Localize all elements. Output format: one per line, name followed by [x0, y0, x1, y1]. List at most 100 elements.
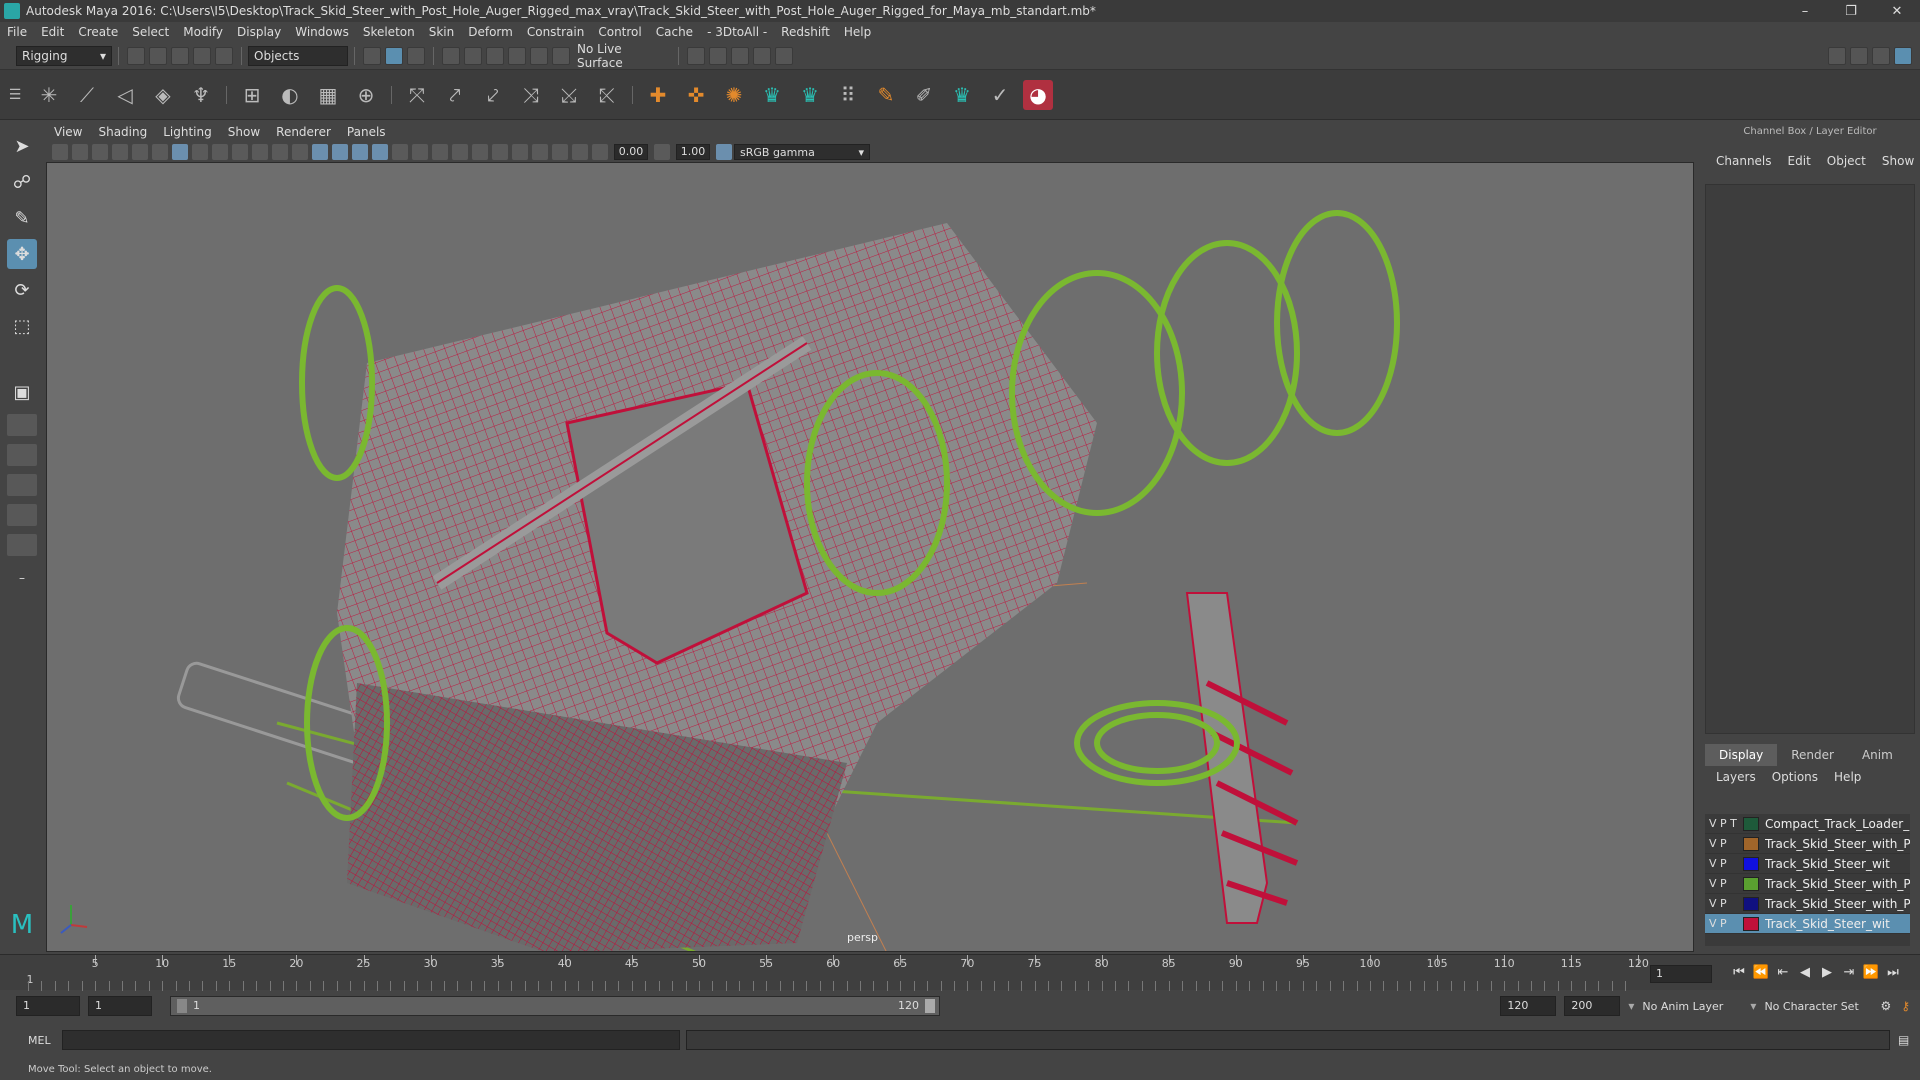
menu-cache[interactable]: Cache	[649, 25, 700, 39]
step-back-frame-icon[interactable]: ⏪	[1750, 965, 1772, 980]
render-current-icon[interactable]	[709, 46, 727, 65]
command-input[interactable]	[62, 1030, 680, 1050]
gamma-field[interactable]: 1.00	[676, 144, 710, 160]
snap-view-icon[interactable]	[508, 46, 526, 65]
menu-control[interactable]: Control	[591, 25, 648, 39]
layer-row[interactable]: V P Track_Skid_Steer_with_Pos	[1705, 894, 1910, 914]
restore-button[interactable]: ❐	[1828, 4, 1874, 19]
minimize-button[interactable]: –	[1782, 4, 1828, 19]
layer-row[interactable]: V P Track_Skid_Steer_wit	[1705, 854, 1910, 874]
layer-row-selected[interactable]: V P Track_Skid_Steer_wit	[1705, 914, 1910, 934]
parent-constraint-icon[interactable]: ⤨	[516, 80, 546, 110]
range-start-handle[interactable]	[177, 999, 187, 1013]
ik-spline-icon[interactable]: ◁	[110, 80, 140, 110]
layer-row[interactable]: V P T Compact_Track_Loader_Bo	[1705, 814, 1910, 834]
animation-start-field[interactable]: 1	[16, 996, 80, 1016]
layer-color-swatch[interactable]	[1743, 876, 1759, 891]
render-settings-icon[interactable]	[753, 46, 771, 65]
snap-curve-icon[interactable]	[464, 46, 482, 65]
four-view-layout-icon[interactable]	[7, 414, 37, 436]
move-tool-icon[interactable]: ✥	[7, 239, 37, 269]
grease-pencil-icon[interactable]	[152, 144, 168, 160]
panel-menu-panels[interactable]: Panels	[339, 125, 394, 139]
ambient-occlusion-icon[interactable]	[432, 144, 448, 160]
snap-surface-icon[interactable]	[530, 46, 548, 65]
point-constraint-icon[interactable]: ⤤	[440, 80, 470, 110]
resolution-gate-icon[interactable]	[212, 144, 228, 160]
menu-edit[interactable]: Edit	[34, 25, 71, 39]
go-to-start-icon[interactable]: ⏮	[1728, 965, 1750, 980]
animation-end-field[interactable]: 200	[1564, 996, 1621, 1016]
tab-display[interactable]: Display	[1705, 744, 1778, 766]
persp-outliner-layout-icon[interactable]	[7, 474, 37, 496]
orient-constraint-icon[interactable]: ⤧	[402, 80, 432, 110]
select-tool-icon[interactable]: ➤	[7, 131, 37, 161]
tab-anim[interactable]: Anim	[1848, 744, 1907, 766]
wireframe-icon[interactable]	[312, 144, 328, 160]
shelf-menu-icon[interactable]: ☰	[4, 80, 26, 110]
maya-tool-c-icon[interactable]: ♛	[947, 80, 977, 110]
menu-3dtoall[interactable]: - 3DtoAll -	[700, 25, 774, 39]
film-gate-icon[interactable]	[192, 144, 208, 160]
redo-icon[interactable]	[215, 46, 233, 65]
layer-flags[interactable]: V P	[1705, 877, 1743, 890]
layer-row[interactable]: V P Track_Skid_Steer_with_Pos	[1705, 874, 1910, 894]
grid-toggle-icon[interactable]	[172, 144, 188, 160]
v-tool-icon[interactable]: ✓	[985, 80, 1015, 110]
command-language-label[interactable]: MEL	[0, 1034, 62, 1047]
isolate-select-icon[interactable]	[512, 144, 528, 160]
xray-components-icon[interactable]	[572, 144, 588, 160]
hypershade-layout-icon[interactable]	[7, 534, 37, 556]
range-slider[interactable]: 1 120	[170, 996, 940, 1016]
layer-flags[interactable]: V P	[1705, 897, 1743, 910]
scale-tool-icon[interactable]: ⬚	[7, 311, 37, 341]
gate-mask-icon[interactable]	[232, 144, 248, 160]
go-to-end-icon[interactable]: ⏭	[1882, 965, 1904, 980]
modeling-toolkit-icon[interactable]	[1828, 46, 1846, 65]
chevron-down-icon[interactable]: ▾	[1628, 999, 1634, 1013]
paint-select-icon[interactable]: ✎	[7, 203, 37, 233]
anim-layer-label[interactable]: No Anim Layer	[1642, 1000, 1742, 1013]
wireframe-on-shaded-icon[interactable]	[352, 144, 368, 160]
menu-display[interactable]: Display	[230, 25, 288, 39]
menu-constrain[interactable]: Constrain	[520, 25, 592, 39]
menu-modify[interactable]: Modify	[176, 25, 230, 39]
panel-menu-view[interactable]: View	[46, 125, 90, 139]
step-forward-frame-icon[interactable]: ⏩	[1860, 965, 1882, 980]
paint-tool-icon[interactable]: ✎	[871, 80, 901, 110]
xray-icon[interactable]	[532, 144, 548, 160]
undo-icon[interactable]	[193, 46, 211, 65]
step-forward-key-icon[interactable]: ⇥	[1838, 965, 1860, 980]
auto-key-icon[interactable]: ⚷	[1901, 999, 1910, 1013]
menu-skeleton[interactable]: Skeleton	[356, 25, 422, 39]
current-frame-field[interactable]: 1	[1650, 965, 1712, 983]
play-forward-icon[interactable]: ▶	[1816, 965, 1838, 980]
insert-joint-icon[interactable]: ◈	[148, 80, 178, 110]
menu-redshift[interactable]: Redshift	[774, 25, 837, 39]
layer-flags[interactable]: V P	[1705, 857, 1743, 870]
tool-settings-icon[interactable]	[1872, 46, 1890, 65]
new-scene-icon[interactable]	[127, 46, 145, 65]
render-view-icon[interactable]	[687, 46, 705, 65]
pole-vector-icon[interactable]: ⤩	[554, 80, 584, 110]
camera-attributes-icon[interactable]	[72, 144, 88, 160]
bookmark-icon[interactable]	[92, 144, 108, 160]
attribute-editor-icon[interactable]	[1850, 46, 1868, 65]
side-by-side-layout-icon[interactable]	[7, 444, 37, 466]
bind-skin-icon[interactable]: ⊞	[237, 80, 267, 110]
viewport-persp[interactable]: persp	[46, 162, 1694, 952]
layer-flags[interactable]: V P	[1705, 837, 1743, 850]
color-management-icon[interactable]	[716, 144, 732, 160]
depth-of-field-icon[interactable]	[492, 144, 508, 160]
anim-preferences-icon[interactable]: ⚙	[1880, 999, 1891, 1013]
single-view-icon[interactable]: ▣	[7, 377, 37, 407]
arm-rotate-control[interactable]	[299, 285, 375, 481]
panel-menu-show[interactable]: Show	[220, 125, 268, 139]
ipr-render-icon[interactable]	[731, 46, 749, 65]
channel-menu-channels[interactable]: Channels	[1708, 154, 1780, 168]
channel-box-icon[interactable]	[1894, 46, 1912, 65]
layer-flags[interactable]: V P T	[1705, 817, 1743, 830]
snap-point-icon[interactable]	[486, 46, 504, 65]
field-chart-icon[interactable]	[252, 144, 268, 160]
channel-box-area[interactable]	[1705, 184, 1915, 734]
